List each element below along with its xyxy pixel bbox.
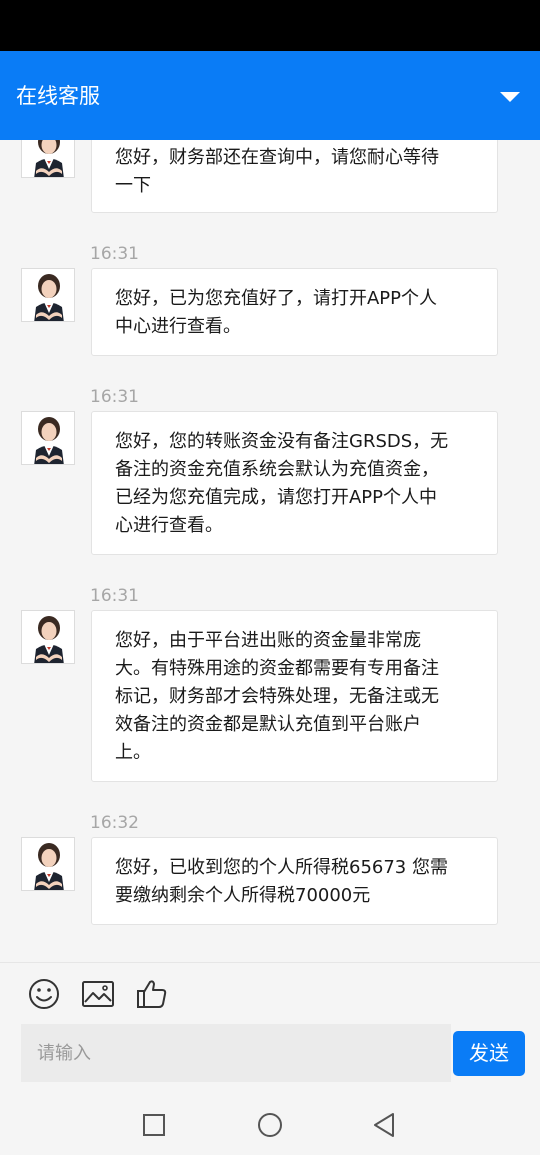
chevron-down-icon[interactable] [498,87,522,105]
message-time: 16:31 [90,244,139,264]
message-text: 您好，已为您充值好了，请打开APP个人 中心进行查看。 [115,288,438,337]
message-text: 您好，由于平台进出账的资金量非常庞 大。有特殊用途的资金都需要有专用备注 标记，… [115,630,439,763]
home-icon[interactable] [256,1111,284,1139]
system-navigation-bar [0,1095,540,1155]
thumbs-up-icon[interactable] [135,977,169,1011]
chat-message-bubble: 您好，由于平台进出账的资金量非常庞 大。有特殊用途的资金都需要有专用备注 标记，… [91,610,498,782]
message-time: 16:31 [90,387,139,407]
message-text: 您好，已收到您的个人所得税65673 您需 要缴纳剩余个人所得税70000元 [115,857,448,906]
chat-message-list[interactable]: 您好，财务部还在查询中，请您耐心等待 一下 16:31 您好，已为您充值好了，请… [0,140,540,962]
chat-message-bubble: 您好，财务部还在查询中，请您耐心等待 一下 [91,140,498,213]
agent-avatar [21,411,75,465]
chat-message-bubble: 您好，您的转账资金没有备注GRSDS，无 备注的资金充值系统会默认为充值资金， … [91,411,498,555]
agent-avatar [21,140,75,178]
toolbar-divider [0,962,540,963]
smiley-icon[interactable] [27,977,61,1011]
chat-message-bubble: 您好，已为您充值好了，请打开APP个人 中心进行查看。 [91,268,498,356]
agent-avatar [21,837,75,891]
image-icon[interactable] [81,977,115,1011]
message-time: 16:32 [90,813,139,833]
status-bar [0,0,540,51]
message-time: 16:31 [90,586,139,606]
recent-apps-icon[interactable] [140,1111,168,1139]
back-icon[interactable] [371,1111,399,1139]
message-text: 您好，您的转账资金没有备注GRSDS，无 备注的资金充值系统会默认为充值资金， … [115,431,449,536]
app-header: 在线客服 [0,51,540,140]
message-text: 您好，财务部还在查询中，请您耐心等待 一下 [115,147,439,196]
page-title: 在线客服 [16,84,100,108]
send-button[interactable]: 发送 [453,1031,525,1076]
agent-avatar [21,268,75,322]
chat-message-bubble: 您好，已收到您的个人所得税65673 您需 要缴纳剩余个人所得税70000元 [91,837,498,925]
agent-avatar [21,610,75,664]
message-input[interactable] [21,1024,451,1082]
